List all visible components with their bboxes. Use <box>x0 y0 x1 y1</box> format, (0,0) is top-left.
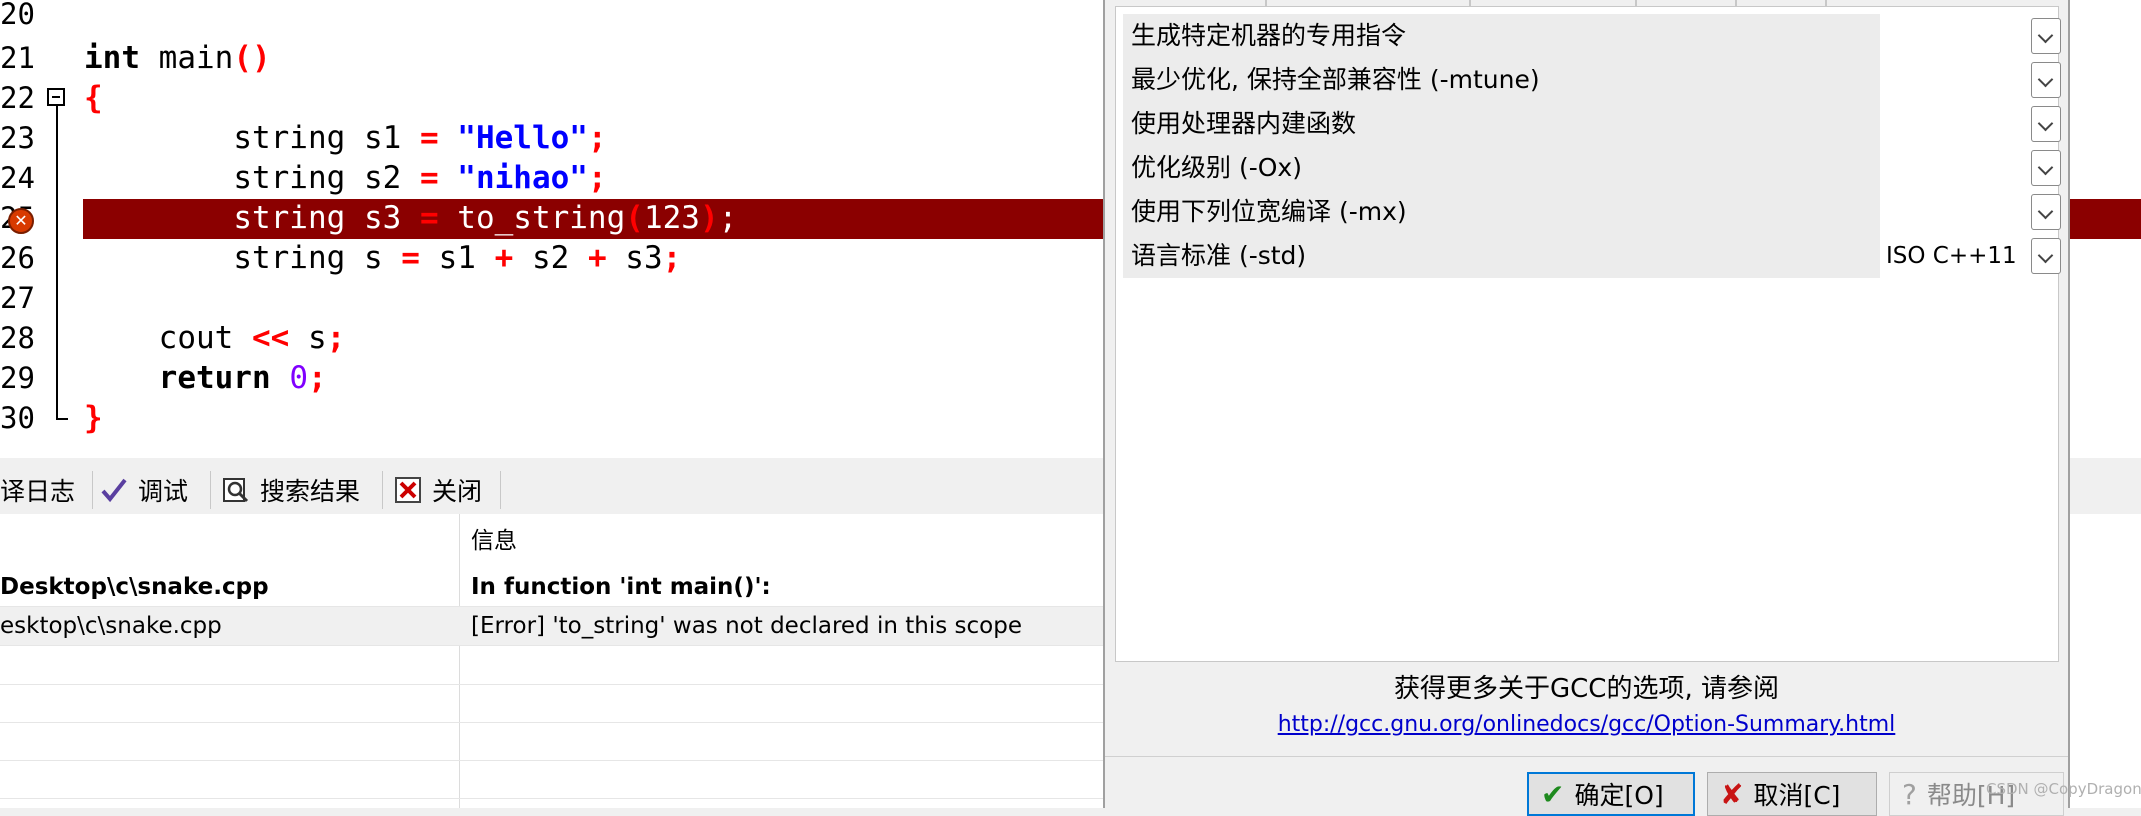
x-icon: ✘ <box>1720 777 1744 811</box>
option-value: ISO C++11 <box>1886 243 2017 269</box>
check-icon: ✔ <box>1541 777 1565 811</box>
fold-guide-line <box>56 106 58 420</box>
fold-end-marker <box>56 418 68 420</box>
code-line-29: return 0; <box>158 360 327 396</box>
code-line-22: { <box>84 80 103 116</box>
message-text: [Error] 'to_string' was not declared in … <box>471 613 1022 639</box>
line-number: 24 <box>0 161 35 195</box>
close-icon <box>394 476 422 504</box>
editor-right-area <box>2070 514 2141 808</box>
debug-check-icon <box>100 476 128 504</box>
line-number: 22 <box>0 81 35 115</box>
column-header-message[interactable]: 信息 <box>471 522 1101 560</box>
option-label: 生成特定机器的专用指令 <box>1123 14 1880 58</box>
line-number: 28 <box>0 321 35 355</box>
tab-search-results[interactable]: 搜索结果 <box>222 471 383 509</box>
search-results-icon <box>222 476 250 504</box>
line-number: 26 <box>0 241 35 275</box>
table-row-empty <box>0 684 1103 723</box>
message-file: esktop\c\snake.cpp <box>0 613 222 639</box>
option-dropdown[interactable] <box>2031 238 2061 274</box>
line-number: 29 <box>0 361 35 395</box>
tab-label: 关闭 <box>432 477 483 506</box>
tab-label: 搜索结果 <box>260 477 361 506</box>
compiler-options-dialog: 生成特定机器的专用指令 最少优化, 保持全部兼容性 (-mtune) 使用处理器… <box>1103 0 2070 816</box>
option-label: 最少优化, 保持全部兼容性 (-mtune) <box>1123 58 1880 102</box>
ok-button[interactable]: ✔ 确定[O] <box>1527 772 1695 816</box>
option-dropdown[interactable] <box>2031 62 2061 98</box>
code-line-21: int main() <box>84 40 271 76</box>
message-file: Desktop\c\snake.cpp <box>0 574 269 600</box>
message-text: In function 'int main()': <box>471 574 771 600</box>
tab-compile-log[interactable]: 译日志 <box>0 471 93 509</box>
table-row-empty <box>0 760 1103 799</box>
gcc-options-link[interactable]: http://gcc.gnu.org/onlinedocs/gcc/Option… <box>1105 712 2068 737</box>
table-row-error[interactable]: esktop\c\snake.cpp [Error] 'to_string' w… <box>0 607 1103 646</box>
watermark-text: CSDN @CopyDragon <box>1986 780 2141 798</box>
line-number: 21 <box>0 41 35 75</box>
line-number: 27 <box>0 281 35 315</box>
dialog-separator <box>1105 756 2068 757</box>
line-number: 23 <box>0 121 35 155</box>
table-header: 信息 <box>0 514 1103 568</box>
fold-collapse-icon[interactable] <box>47 88 65 106</box>
option-dropdown[interactable] <box>2031 150 2061 186</box>
line-number: 20 <box>0 0 35 31</box>
bottom-panel-tabs: 译日志 调试 搜索结果 关闭 <box>0 465 1103 513</box>
tab-label: 译日志 <box>0 477 76 506</box>
option-label: 语言标准 (-std) <box>1123 234 1880 278</box>
breakpoint-error-icon[interactable]: ✕ <box>8 208 34 234</box>
option-label: 优化级别 (-Ox) <box>1123 146 1880 190</box>
option-label: 使用下列位宽编译 (-mx) <box>1123 190 1880 234</box>
option-dropdown[interactable] <box>2031 194 2061 230</box>
question-icon: ? <box>1902 777 1917 811</box>
gcc-info-text: 获得更多关于GCC的选项, 请参阅 <box>1394 674 1779 704</box>
cancel-label: 取消[C] <box>1753 781 1841 810</box>
code-line-24: string s2 = "nihao"; <box>233 160 607 196</box>
cancel-button[interactable]: ✘ 取消[C] <box>1707 772 1877 816</box>
option-label: 使用处理器内建函数 <box>1123 102 1880 146</box>
tab-label: 调试 <box>138 477 189 506</box>
table-row-empty <box>0 646 1103 685</box>
code-line-23: string s1 = "Hello"; <box>233 120 607 156</box>
code-line-30: } <box>84 400 103 436</box>
line-number-gutter: 20 21 22 23 24 25 26 27 28 29 30 ✕ <box>0 0 80 458</box>
line-number: 30 <box>0 401 35 435</box>
tab-close[interactable]: 关闭 <box>394 471 501 509</box>
option-dropdown[interactable] <box>2031 18 2061 54</box>
ok-label: 确定[O] <box>1574 781 1664 810</box>
table-row-empty <box>0 722 1103 761</box>
code-line-25-error: string s3 = to_string(123); <box>233 200 738 236</box>
options-list: 生成特定机器的专用指令 最少优化, 保持全部兼容性 (-mtune) 使用处理器… <box>1115 6 2061 662</box>
table-row[interactable]: Desktop\c\snake.cpp In function 'int mai… <box>0 568 1103 607</box>
compiler-messages-table[interactable]: 信息 Desktop\c\snake.cpp In function 'int … <box>0 514 1103 808</box>
code-line-26: string s = s1 + s2 + s3; <box>233 240 682 276</box>
tab-debug[interactable]: 调试 <box>100 471 211 509</box>
option-dropdown[interactable] <box>2031 106 2061 142</box>
code-line-28: cout << s; <box>158 320 346 356</box>
